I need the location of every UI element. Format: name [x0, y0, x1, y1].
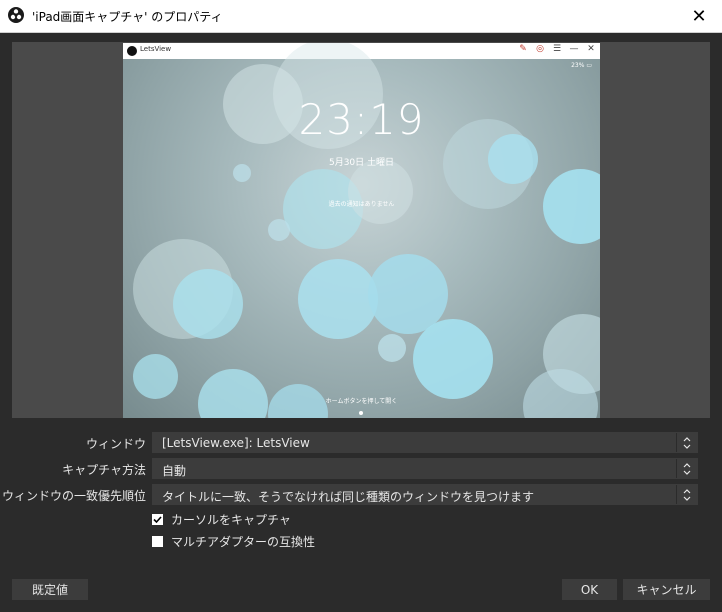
ok-button[interactable]: OK: [562, 579, 617, 600]
capture-method-label: キャプチャ方法: [62, 463, 146, 477]
record-icon: ◎: [536, 44, 544, 54]
capture-cursor-row[interactable]: カーソルをキャプチャ: [152, 511, 291, 528]
no-notifications-text: 過去の通知はありません: [328, 201, 395, 208]
match-priority-select[interactable]: タイトルに一致、そうでなければ同じ種類のウィンドウを見つけます: [152, 484, 698, 505]
cancel-button[interactable]: キャンセル: [623, 579, 710, 600]
window-title: 'iPad画面キャプチャ' のプロパティ: [32, 10, 223, 24]
bokeh-bubble: [348, 159, 413, 224]
window-select-value: [LetsView.exe]: LetsView: [162, 436, 310, 450]
minimize-icon: —: [569, 44, 579, 54]
bokeh-bubble: [413, 319, 493, 399]
pen-icon: ✎: [519, 44, 527, 54]
capture-cursor-checkbox[interactable]: [152, 514, 163, 525]
multi-adapter-checkbox[interactable]: [152, 536, 163, 547]
bokeh-bubble: [198, 369, 268, 418]
letsview-logo-icon: [127, 46, 137, 56]
title-bar: 'iPad画面キャプチャ' のプロパティ ✕: [0, 0, 722, 33]
obs-logo-icon: [8, 7, 24, 23]
bokeh-bubble: [268, 219, 290, 241]
bokeh-bubble: [298, 259, 378, 339]
multi-adapter-label: マルチアダプターの互換性: [171, 535, 316, 549]
bokeh-bubble: [378, 334, 406, 362]
updown-arrows-icon: [676, 433, 697, 452]
ipad-lock-screen: 23% ▭ 23:19 5月30日 土曜日 過去の通知はありません ホームボタン…: [123, 43, 600, 418]
lock-screen-clock: 23:19: [298, 95, 425, 144]
capture-method-value: 自動: [162, 464, 187, 478]
close-icon: ✕: [587, 44, 595, 54]
menu-icon: ☰: [552, 44, 562, 54]
updown-arrows-icon: [676, 459, 697, 478]
close-button[interactable]: ✕: [676, 0, 722, 32]
ipad-status-indicator: 23% ▭: [571, 62, 592, 69]
defaults-button[interactable]: 既定値: [12, 579, 88, 600]
window-select[interactable]: [LetsView.exe]: LetsView: [152, 432, 698, 453]
bokeh-bubble: [173, 269, 243, 339]
lock-screen-date: 5月30日 土曜日: [328, 158, 395, 168]
match-priority-value: タイトルに一致、そうでなければ同じ種類のウィンドウを見つけます: [162, 490, 535, 504]
capture-method-select[interactable]: 自動: [152, 458, 698, 479]
bokeh-bubble: [133, 354, 178, 399]
captured-window-preview: LetsView ✎ ◎ ☰ — ✕ 23% ▭ 23:19 5月30日 土曜日: [123, 43, 600, 418]
letsview-controls: ✎ ◎ ☰ — ✕: [518, 44, 596, 54]
home-button-hint: ホームボタンを押して開く: [325, 398, 398, 405]
page-indicator-dot: [359, 411, 363, 415]
window-label: ウィンドウ: [85, 437, 146, 451]
match-priority-label: ウィンドウの一致優先順位: [1, 489, 146, 503]
multi-adapter-row[interactable]: マルチアダプターの互換性: [152, 533, 315, 550]
updown-arrows-icon: [676, 485, 697, 504]
capture-cursor-label: カーソルをキャプチャ: [171, 513, 291, 527]
letsview-app-name: LetsView: [140, 45, 172, 53]
